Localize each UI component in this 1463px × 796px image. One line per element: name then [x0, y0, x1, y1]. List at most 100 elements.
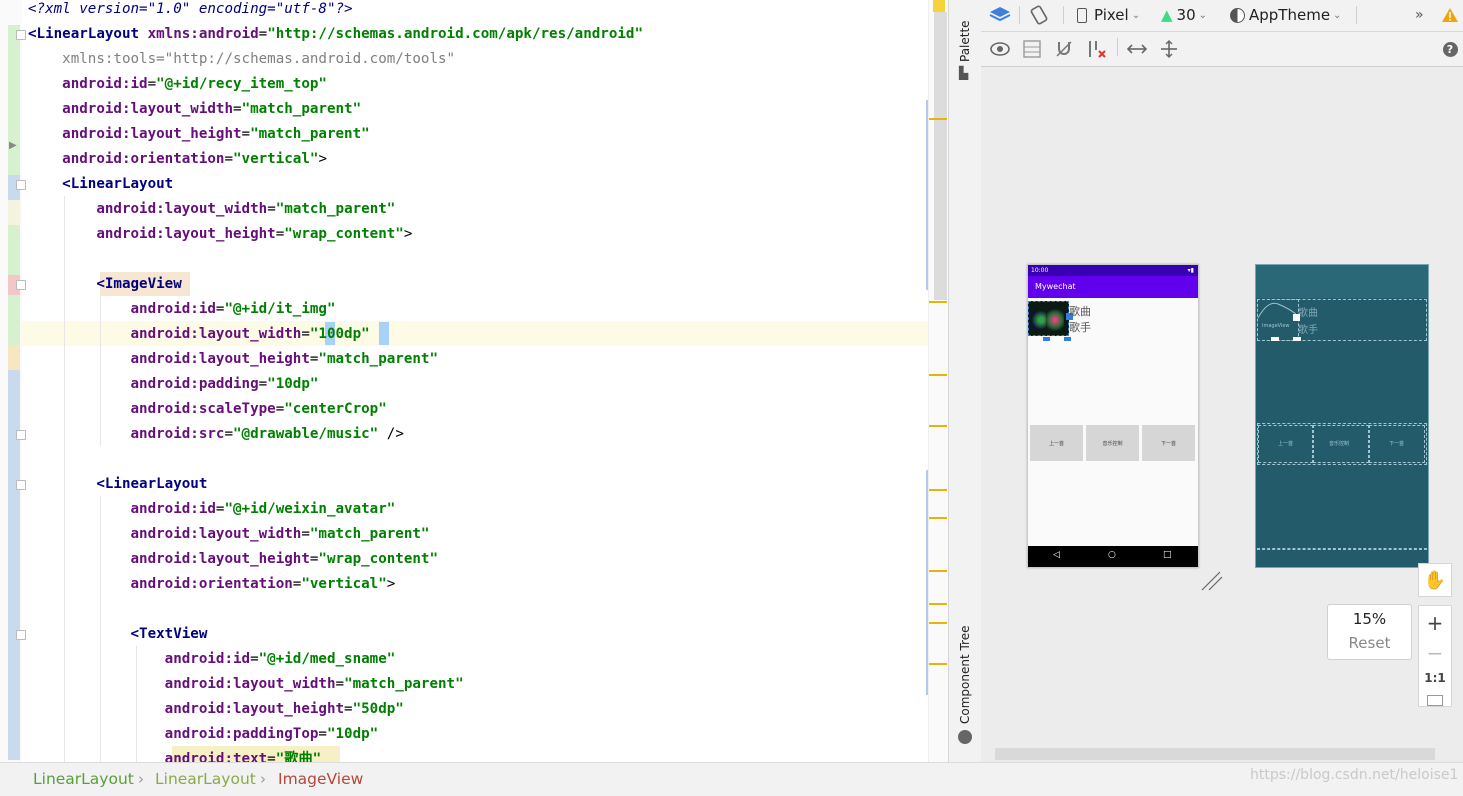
expand-vertical-icon[interactable]	[1158, 38, 1180, 60]
zoom-in-icon[interactable]: +	[1427, 611, 1444, 635]
zoom-1to1-button[interactable]: 1:1	[1424, 671, 1446, 685]
run-arrow-icon[interactable]: ▶	[9, 140, 17, 151]
code-line[interactable]: android:id="@+id/it_img"	[28, 297, 336, 322]
code-line[interactable]: android:id="@+id/weixin_avatar"	[28, 497, 396, 522]
code-token: <LinearLayout	[28, 26, 148, 42]
fold-icon[interactable]	[16, 630, 26, 640]
zoom-reset-button[interactable]: Reset	[1328, 634, 1411, 652]
editor-scrollbar[interactable]	[934, 12, 947, 300]
fold-icon[interactable]	[16, 30, 26, 40]
prev-button[interactable]: 上一首	[1030, 425, 1083, 461]
resize-handle[interactable]	[1064, 337, 1071, 341]
code-line[interactable]: android:layout_height="wrap_content">	[28, 222, 412, 247]
eye-icon[interactable]	[989, 38, 1011, 60]
scroll-mark[interactable]	[929, 425, 947, 427]
code-line[interactable]: android:padding="10dp"	[28, 372, 319, 397]
next-button[interactable]: 下一首	[1142, 425, 1195, 461]
resize-corner-icon[interactable]	[1200, 570, 1224, 592]
code-line[interactable]: android:layout_height="50dp"	[28, 697, 404, 722]
magnet-off-icon[interactable]	[1053, 38, 1075, 60]
breadcrumb-item[interactable]: LinearLayout	[33, 770, 134, 788]
overflow-button[interactable]: »	[1415, 4, 1424, 26]
code-line[interactable]: android:layout_width="match_parent"	[28, 197, 395, 222]
code-line[interactable]: android:orientation="vertical">	[28, 147, 327, 172]
code-line[interactable]: <LinearLayout	[28, 172, 173, 197]
fold-icon[interactable]	[16, 430, 26, 440]
device-dropdown[interactable]: Pixel ⌄	[1077, 4, 1140, 26]
zoom-indicator[interactable]: 15% Reset	[1327, 604, 1412, 660]
scroll-mark[interactable]	[929, 118, 947, 120]
scroll-mark[interactable]	[929, 301, 947, 303]
code-line[interactable]: android:paddingTop="10dp"	[28, 722, 379, 747]
code-line[interactable]: android:layout_height="match_parent"	[28, 347, 439, 372]
scroll-mark[interactable]	[929, 603, 947, 605]
code-token: =	[147, 76, 157, 92]
globe-icon[interactable]	[958, 730, 972, 744]
theme-dropdown[interactable]: AppTheme ⌄	[1230, 4, 1341, 26]
code-token: "@drawable/music"	[233, 426, 379, 442]
warning-icon[interactable]	[1439, 4, 1461, 26]
resize-handle[interactable]	[1293, 314, 1300, 321]
warning-indicator-icon[interactable]	[933, 0, 945, 12]
code-line[interactable]: android:orientation="vertical">	[28, 572, 396, 597]
scroll-mark[interactable]	[929, 570, 947, 572]
code-line[interactable]: android:layout_width="match_parent"	[28, 672, 464, 697]
code-line[interactable]: <LinearLayout xmlns:android="http://sche…	[28, 22, 643, 47]
code-line[interactable]: android:scaleType="centerCrop"	[28, 397, 387, 422]
code-line[interactable]: xmlns:tools="http://schemas.android.com/…	[28, 47, 455, 72]
resize-handle[interactable]	[1293, 337, 1301, 341]
fold-icon[interactable]	[16, 180, 26, 190]
expand-horizontal-icon[interactable]	[1126, 38, 1148, 60]
orientation-icon[interactable]	[1027, 3, 1051, 27]
singer-text[interactable]: 歌手	[1069, 319, 1091, 335]
palette-tab[interactable]: Palette	[958, 20, 972, 62]
scroll-mark[interactable]	[929, 489, 947, 491]
resize-handle[interactable]	[1271, 337, 1279, 341]
music-control-button[interactable]: 音乐控制	[1086, 425, 1139, 461]
code-line[interactable]: <?xml version="1.0" encoding="utf-8"?>	[28, 0, 353, 22]
resize-handle[interactable]	[1043, 337, 1050, 341]
pan-hand-icon[interactable]: ✋	[1418, 563, 1452, 597]
fold-icon[interactable]	[16, 280, 26, 290]
zoom-fit-icon[interactable]	[1427, 695, 1443, 706]
code-line[interactable]: android:src="@drawable/music" />	[28, 422, 404, 447]
code-line[interactable]: android:layout_width="match_parent"	[28, 97, 361, 122]
component-tree-tab[interactable]: Component Tree	[958, 626, 972, 724]
code-line[interactable]: android:layout_height="match_parent"	[28, 122, 370, 147]
fold-icon[interactable]	[16, 480, 26, 490]
api-dropdown[interactable]: ▲ 30 ⌄	[1161, 4, 1207, 26]
breadcrumb-item-active[interactable]: ImageView	[278, 770, 363, 788]
scroll-mark[interactable]	[929, 517, 947, 519]
code-line[interactable]: android:text="歌曲"	[28, 747, 322, 762]
code-line[interactable]: <ImageView	[28, 272, 181, 297]
canvas-horizontal-scrollbar[interactable]	[995, 748, 1435, 760]
code-line[interactable]: android:id="@+id/recy_item_top"	[28, 72, 327, 97]
code-line[interactable]: android:layout_height="wrap_content"	[28, 547, 439, 572]
code-line[interactable]: <TextView	[28, 622, 208, 647]
scroll-mark[interactable]	[929, 374, 947, 376]
code-line[interactable]: android:layout_width="match_parent"	[28, 522, 430, 547]
zoom-out-icon[interactable]: −	[1427, 641, 1444, 665]
code-line[interactable]: <LinearLayout	[28, 472, 207, 497]
scroll-mark[interactable]	[929, 622, 947, 624]
help-icon[interactable]: ?	[1439, 38, 1461, 60]
music-image[interactable]	[1028, 301, 1069, 336]
code-token: "http://schemas.android.com/apk/res/andr…	[267, 26, 644, 42]
scroll-mark[interactable]	[929, 663, 947, 665]
layers-icon[interactable]	[987, 3, 1013, 27]
clear-constraints-icon[interactable]	[1085, 38, 1109, 60]
palette-icon[interactable]: ▙	[959, 66, 973, 80]
code-line[interactable]: android:id="@+id/med_sname"	[28, 647, 396, 672]
grid-icon[interactable]	[1021, 38, 1043, 60]
code-token: android:layout_width	[164, 676, 336, 692]
code-line[interactable]: android:layout_width="100dp"	[28, 322, 370, 347]
song-text[interactable]: 歌曲	[1069, 303, 1091, 319]
breadcrumb-item[interactable]: LinearLayout	[155, 770, 256, 788]
design-preview-phone[interactable]: 10:00 ▾▮ Mywechat 歌曲 歌手 上一首 音乐控制 下一首 ◁ ○…	[1027, 264, 1199, 568]
code-editor[interactable]: ▶ <?xml version="1.0" encoding="utf-8"?>…	[0, 0, 948, 762]
blueprint-preview[interactable]: ImageView 歌曲 歌手 上一首 音乐控制 下一首	[1255, 264, 1429, 568]
